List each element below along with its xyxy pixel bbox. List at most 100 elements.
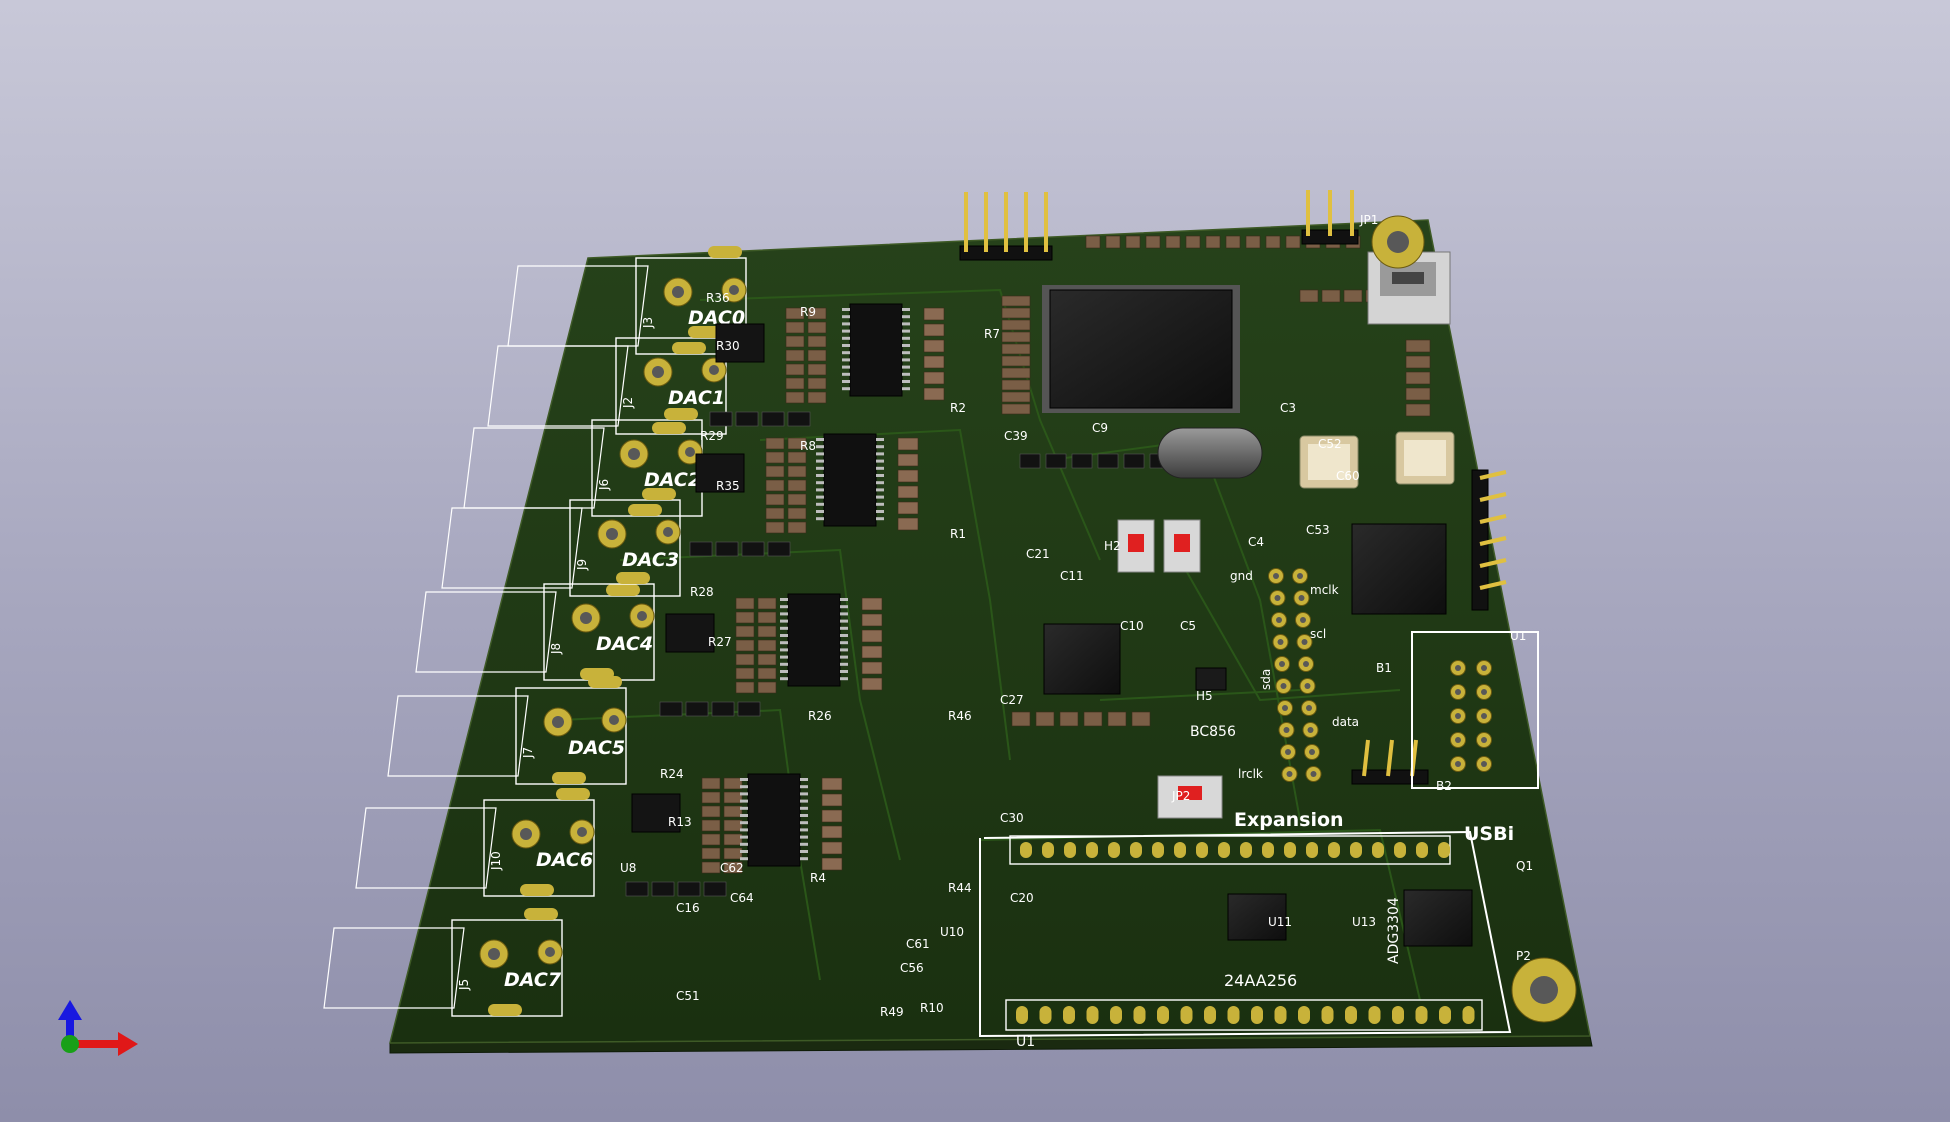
smd-part[interactable] xyxy=(735,411,759,427)
pin-header-top-5pin[interactable] xyxy=(959,192,1053,261)
smd-resistor[interactable] xyxy=(735,639,755,652)
smd-part[interactable] xyxy=(651,881,675,897)
smd-resistor[interactable] xyxy=(765,479,785,492)
smd-part[interactable] xyxy=(1071,453,1093,469)
3d-viewport[interactable]: DAC0 J3 DAC1 J2 DAC2 J6 DAC3 J9 DAC4 J8 DAC5 J7 DAC6… xyxy=(0,0,1950,1122)
smd-capacitor[interactable] xyxy=(1265,235,1281,249)
smd-resistor[interactable] xyxy=(787,521,807,534)
smd-resistor[interactable] xyxy=(701,847,721,860)
smd-resistor[interactable] xyxy=(757,667,777,680)
smd-resistor[interactable] xyxy=(765,493,785,506)
opamp-chip[interactable] xyxy=(665,613,715,653)
smd-capacitor[interactable] xyxy=(821,841,843,855)
smd-part[interactable] xyxy=(737,701,761,717)
smd-resistor[interactable] xyxy=(1001,403,1031,415)
smd-resistor[interactable] xyxy=(785,363,805,376)
smd-capacitor[interactable] xyxy=(821,809,843,823)
smd-capacitor[interactable] xyxy=(1107,711,1127,727)
smd-part[interactable] xyxy=(761,411,785,427)
smd-resistor[interactable] xyxy=(723,791,743,804)
transistor-bc856[interactable] xyxy=(1195,667,1227,691)
smd-part[interactable] xyxy=(677,881,701,897)
smd-capacitor[interactable] xyxy=(897,469,919,483)
smd-capacitor[interactable] xyxy=(861,613,883,627)
smd-part[interactable] xyxy=(711,701,735,717)
smd-capacitor[interactable] xyxy=(1185,235,1201,249)
smd-resistor[interactable] xyxy=(807,321,827,334)
smd-capacitor[interactable] xyxy=(897,437,919,451)
smd-resistor[interactable] xyxy=(735,611,755,624)
smd-resistor[interactable] xyxy=(765,437,785,450)
smd-capacitor[interactable] xyxy=(861,677,883,691)
smd-resistor[interactable] xyxy=(765,465,785,478)
smd-resistor[interactable] xyxy=(1001,331,1031,343)
smd-resistor[interactable] xyxy=(1405,387,1431,401)
smd-capacitor[interactable] xyxy=(821,825,843,839)
smd-resistor[interactable] xyxy=(1321,289,1341,303)
codec-chip[interactable] xyxy=(1043,623,1121,695)
smd-resistor[interactable] xyxy=(757,681,777,694)
smd-resistor[interactable] xyxy=(1001,319,1031,331)
crystal-hc49[interactable] xyxy=(1157,427,1263,479)
smd-capacitor[interactable] xyxy=(1085,235,1101,249)
orientation-axes[interactable] xyxy=(58,1000,138,1056)
smd-resistor[interactable] xyxy=(1001,379,1031,391)
smd-resistor[interactable] xyxy=(735,667,755,680)
smd-resistor[interactable] xyxy=(757,611,777,624)
smd-resistor[interactable] xyxy=(701,805,721,818)
smd-capacitor[interactable] xyxy=(861,661,883,675)
smd-resistor[interactable] xyxy=(735,625,755,638)
smd-capacitor[interactable] xyxy=(923,307,945,321)
smd-resistor[interactable] xyxy=(765,507,785,520)
button-b2[interactable] xyxy=(1117,519,1155,573)
smd-capacitor[interactable] xyxy=(1285,235,1301,249)
smd-resistor[interactable] xyxy=(1001,355,1031,367)
dac-chip[interactable] xyxy=(849,303,903,397)
pcb-3d-scene[interactable]: DAC0J3DAC1J2DAC2J6DAC3J9DAC4J8DAC5J7DAC6… xyxy=(0,0,1950,1122)
smd-capacitor[interactable] xyxy=(897,485,919,499)
smd-resistor[interactable] xyxy=(723,777,743,790)
smd-resistor[interactable] xyxy=(701,791,721,804)
mounting-hole-h2[interactable] xyxy=(1511,957,1577,1023)
smd-capacitor[interactable] xyxy=(1125,235,1141,249)
smd-capacitor[interactable] xyxy=(1035,711,1055,727)
mounting-hole-h5[interactable] xyxy=(1371,215,1425,269)
smd-resistor[interactable] xyxy=(757,625,777,638)
smd-part[interactable] xyxy=(659,701,683,717)
smd-resistor[interactable] xyxy=(1001,391,1031,403)
smd-resistor[interactable] xyxy=(787,493,807,506)
dac-chip[interactable] xyxy=(823,433,877,527)
smd-resistor[interactable] xyxy=(785,335,805,348)
smd-capacitor[interactable] xyxy=(923,387,945,401)
smd-part[interactable] xyxy=(709,411,733,427)
smd-resistor[interactable] xyxy=(765,521,785,534)
smd-part[interactable] xyxy=(703,881,727,897)
smd-capacitor[interactable] xyxy=(923,355,945,369)
smd-resistor[interactable] xyxy=(1405,371,1431,385)
smd-resistor[interactable] xyxy=(701,819,721,832)
smd-resistor[interactable] xyxy=(807,363,827,376)
smd-resistor[interactable] xyxy=(723,805,743,818)
dac-chip[interactable] xyxy=(787,593,841,687)
smd-resistor[interactable] xyxy=(785,349,805,362)
smd-resistor[interactable] xyxy=(785,377,805,390)
smd-resistor[interactable] xyxy=(701,833,721,846)
smd-part[interactable] xyxy=(1097,453,1119,469)
button-b3[interactable] xyxy=(1163,519,1201,573)
smd-resistor[interactable] xyxy=(807,391,827,404)
smd-resistor[interactable] xyxy=(757,653,777,666)
smd-part[interactable] xyxy=(685,701,709,717)
smd-resistor[interactable] xyxy=(735,597,755,610)
smd-capacitor[interactable] xyxy=(923,339,945,353)
mcu-qfp-chip[interactable] xyxy=(1042,285,1240,413)
smd-part[interactable] xyxy=(1019,453,1041,469)
smd-resistor[interactable] xyxy=(1001,295,1031,307)
smd-part[interactable] xyxy=(625,881,649,897)
smd-resistor[interactable] xyxy=(807,349,827,362)
smd-resistor[interactable] xyxy=(1001,307,1031,319)
smd-resistor[interactable] xyxy=(1343,289,1363,303)
usb-interface-chip[interactable] xyxy=(1351,523,1447,615)
smd-resistor[interactable] xyxy=(787,479,807,492)
smd-capacitor[interactable] xyxy=(861,597,883,611)
smd-capacitor[interactable] xyxy=(1145,235,1161,249)
